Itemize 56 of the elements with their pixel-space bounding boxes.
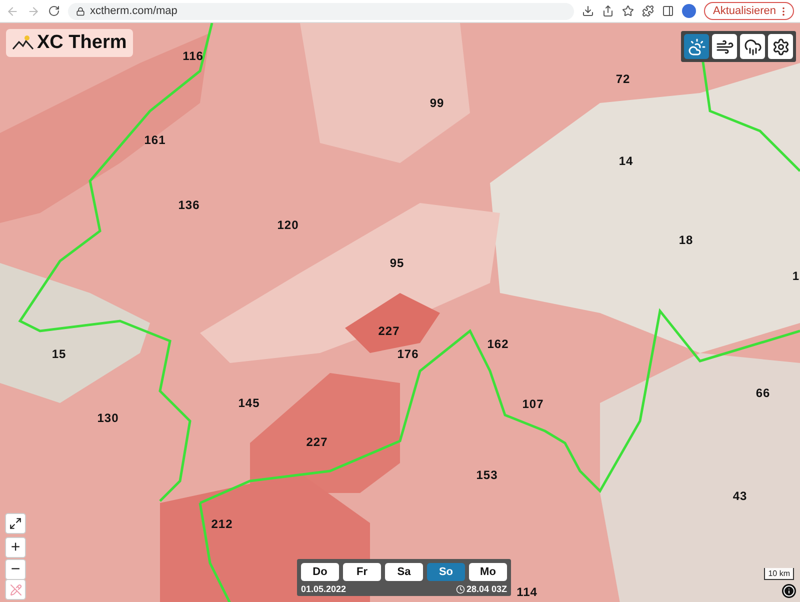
lock-icon (76, 6, 85, 16)
region-value: 136 (178, 198, 200, 212)
star-icon[interactable] (622, 5, 634, 17)
clock-icon (456, 584, 466, 594)
sidebar-icon[interactable] (662, 5, 674, 17)
address-bar[interactable]: xctherm.com/map (68, 2, 574, 20)
region-value: 18 (678, 233, 694, 247)
mountain-sun-icon (12, 35, 34, 51)
region-value: 130 (97, 411, 119, 425)
region-value: 107 (522, 397, 544, 411)
cloud-icon (744, 38, 762, 56)
layer-button[interactable] (768, 34, 793, 59)
region-value: 116 (182, 49, 204, 63)
puzzle-icon[interactable] (642, 5, 654, 17)
region-value: 1 (792, 269, 800, 283)
wind-icon (716, 38, 734, 56)
region-value: 95 (390, 256, 404, 270)
fullscreen-button[interactable] (5, 513, 26, 534)
day-tab[interactable]: Do (301, 563, 339, 581)
zoom-in-button[interactable]: + (5, 537, 26, 558)
region-value: 227 (306, 435, 328, 449)
region-value: 153 (476, 468, 498, 482)
region-value: 145 (238, 396, 260, 410)
update-button[interactable]: Aktualisieren (704, 2, 794, 20)
run-time: 28.04 03Z (466, 584, 507, 594)
day-tab[interactable]: Fr (343, 563, 381, 581)
share-icon[interactable] (602, 5, 614, 17)
region-value: 227 (378, 324, 400, 338)
region-value: 43 (732, 489, 748, 503)
region-value: 15 (52, 347, 66, 361)
layer-button[interactable] (712, 34, 737, 59)
zoom-out-button[interactable]: − (5, 559, 26, 580)
settings-icon (772, 38, 790, 56)
region-value: 72 (616, 72, 630, 86)
region-value: 161 (144, 133, 166, 147)
region-value: 212 (211, 517, 233, 531)
download-icon[interactable] (582, 5, 594, 17)
cloud-sun-icon (688, 38, 706, 56)
day-tab[interactable]: So (427, 563, 465, 581)
reload-icon[interactable] (48, 5, 60, 17)
day-tab[interactable]: Sa (385, 563, 423, 581)
avatar[interactable] (682, 4, 696, 18)
day-tab[interactable]: Mo (469, 563, 507, 581)
region-value: 162 (487, 337, 509, 351)
app-title: XC Therm (37, 32, 127, 54)
region-value: 120 (277, 218, 299, 232)
region-value: 14 (618, 154, 634, 168)
pencil-off-icon (10, 584, 22, 596)
expand-icon (9, 517, 22, 530)
date-text: 01.05.2022 (301, 584, 346, 594)
layer-button[interactable] (740, 34, 765, 59)
scale-bar: 10 km (764, 568, 794, 580)
region-value: 99 (430, 96, 444, 110)
region-value: 66 (756, 386, 770, 400)
region-value: 114 (516, 585, 538, 599)
region-value: 176 (397, 347, 419, 361)
